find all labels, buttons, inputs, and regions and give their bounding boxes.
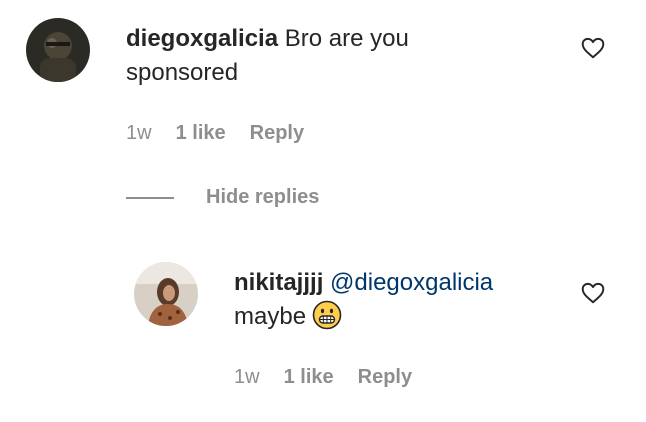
reply-avatar[interactable]	[134, 262, 198, 326]
divider-line	[126, 196, 174, 199]
reply-mention-link[interactable]: @diegoxgalicia	[330, 269, 493, 296]
reply-text: maybe	[234, 303, 307, 330]
reply-like-count[interactable]: 1 like	[284, 366, 334, 389]
reply-reply-button[interactable]: Reply	[358, 366, 412, 389]
hide-replies-toggle[interactable]: Hide replies	[126, 186, 319, 209]
avatar[interactable]	[26, 18, 90, 82]
comment-body: diegoxgalicia Bro are you sponsored	[126, 22, 486, 90]
avatar-image	[26, 18, 90, 82]
reply-heart-outline-icon[interactable]	[580, 280, 606, 306]
comment-reply-button[interactable]: Reply	[250, 122, 304, 145]
reply-avatar-image	[134, 262, 198, 326]
reply-meta: 1w 1 like Reply	[234, 366, 412, 389]
comment-timestamp: 1w	[126, 122, 152, 144]
heart-outline-icon[interactable]	[580, 35, 606, 61]
comment-like-count[interactable]: 1 like	[176, 122, 226, 145]
comment-meta: 1w 1 like Reply	[126, 122, 304, 145]
hide-replies-label: Hide replies	[206, 186, 320, 208]
comment-username[interactable]: diegoxgalicia	[126, 25, 278, 52]
reply-username[interactable]: nikitajjjj	[234, 269, 323, 296]
reply-body: nikitajjjj @diegoxgalicia maybe	[234, 266, 564, 340]
reply-timestamp: 1w	[234, 366, 260, 388]
grimacing-face-emoji	[312, 300, 342, 340]
